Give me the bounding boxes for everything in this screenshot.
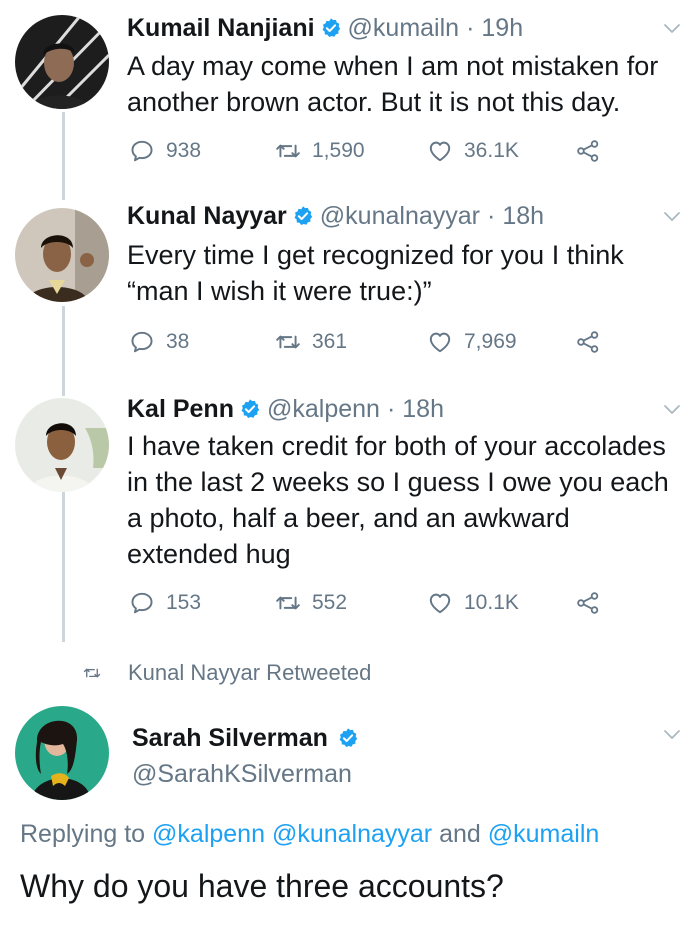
like-count: 36.1K <box>464 139 519 162</box>
verified-badge-icon <box>239 398 261 420</box>
reply-count: 38 <box>166 330 190 353</box>
retweet-count: 552 <box>312 591 348 614</box>
tweet-actions: 153 552 10.1K <box>127 588 627 618</box>
like-icon <box>427 329 453 355</box>
tweet-text-line: “man I wish it were true:)” <box>127 276 432 306</box>
retweet-count: 361 <box>312 330 348 353</box>
main-tweet-text: Why do you have three accounts? <box>20 868 504 904</box>
share-icon <box>575 329 601 355</box>
thread-line <box>62 306 65 396</box>
tweet-text: Every time I get recognized for you I th… <box>127 237 687 309</box>
reply-button[interactable]: 38 <box>129 327 189 357</box>
retweet-count: 1,590 <box>312 139 365 162</box>
avatar[interactable] <box>15 398 109 492</box>
timestamp[interactable]: 19h <box>481 14 523 43</box>
retweet-context[interactable]: Kunal Nayyar Retweeted <box>80 656 371 690</box>
tweet-actions: 938 1,590 36.1K <box>127 136 627 166</box>
separator-dot: · <box>386 394 396 423</box>
author-handle[interactable]: @SarahKSilverman <box>132 760 352 789</box>
tweet-text-line: A day may come when I am not mistaken fo… <box>127 51 659 81</box>
author-handle[interactable]: @kunalnayyar <box>320 202 480 231</box>
timestamp[interactable]: 18h <box>402 395 444 424</box>
like-icon <box>427 138 453 164</box>
like-button[interactable]: 10.1K <box>427 588 519 618</box>
separator-dot: · <box>486 201 496 230</box>
like-button[interactable]: 7,969 <box>427 327 517 357</box>
reply-icon <box>129 329 155 355</box>
tweet-text-line: Every time I get recognized for you I th… <box>127 240 624 270</box>
avatar[interactable] <box>15 208 109 302</box>
reply-icon <box>129 138 155 164</box>
mention-link[interactable]: @kunalnayyar <box>272 820 432 848</box>
author-name[interactable]: Kunal Nayyar <box>127 202 287 231</box>
author-handle[interactable]: @kumailn <box>348 14 460 43</box>
retweet-icon <box>275 329 301 355</box>
avatar[interactable] <box>15 15 109 109</box>
share-button[interactable] <box>575 588 601 618</box>
share-icon <box>575 590 601 616</box>
author-handle[interactable]: @kalpenn <box>267 395 380 424</box>
mention-link[interactable]: @kumailn <box>488 820 600 848</box>
verified-badge-icon <box>292 205 314 227</box>
author-name[interactable]: Kal Penn <box>127 395 234 424</box>
share-button[interactable] <box>575 327 601 357</box>
reply-count: 153 <box>166 591 202 614</box>
retweet-icon <box>275 590 301 616</box>
thread-line <box>62 112 65 200</box>
tweet-text-line: I have taken credit for both of your acc… <box>127 431 666 461</box>
separator-dot: · <box>466 13 475 42</box>
like-count: 7,969 <box>464 330 517 353</box>
retweet-button[interactable]: 361 <box>275 327 347 357</box>
tweet-text-line: a photo, half a beer, and an awkward <box>127 503 570 533</box>
mention-link[interactable]: @kalpenn <box>152 820 265 848</box>
chevron-down-icon[interactable] <box>662 210 682 224</box>
like-button[interactable]: 36.1K <box>427 136 519 166</box>
timestamp[interactable]: 18h <box>502 202 544 231</box>
retweet-button[interactable]: 1,590 <box>275 136 365 166</box>
like-icon <box>427 590 453 616</box>
tweet-text: I have taken credit for both of your acc… <box>127 428 687 572</box>
verified-badge-icon <box>320 17 342 39</box>
chevron-down-icon[interactable] <box>662 728 682 742</box>
tweet-actions: 38 361 7,969 <box>127 327 627 357</box>
tweet-text-line: extended hug <box>127 539 291 569</box>
chevron-down-icon[interactable] <box>662 403 682 417</box>
reply-icon <box>129 590 155 616</box>
retweet-context-label: Kunal Nayyar Retweeted <box>128 660 372 685</box>
tweet-text-line: in the last 2 weeks so I guess I owe you… <box>127 467 669 497</box>
replying-to-joiner: and <box>439 820 481 848</box>
chevron-down-icon[interactable] <box>662 22 682 36</box>
author-name[interactable]: Sarah Silverman <box>132 724 328 753</box>
share-icon <box>575 138 601 164</box>
reply-count: 938 <box>166 139 202 162</box>
thread-line <box>62 492 65 642</box>
like-count: 10.1K <box>464 591 519 614</box>
retweet-icon <box>275 138 301 164</box>
verified-badge-icon <box>337 727 359 749</box>
tweet-text-line: another brown actor. But it is not this … <box>127 87 621 117</box>
replying-to-label: Replying to <box>20 820 146 848</box>
tweet-header: Kumail Nanjiani @kumailn · 19h <box>127 8 523 48</box>
share-button[interactable] <box>575 136 601 166</box>
tweet-header: Kal Penn @kalpenn · 18h <box>127 389 444 429</box>
tweet-header: Kunal Nayyar @kunalnayyar · 18h <box>127 196 544 236</box>
retweet-icon <box>80 664 104 682</box>
tweet-header: Sarah Silverman <box>132 718 365 758</box>
avatar[interactable] <box>15 706 109 800</box>
retweet-button[interactable]: 552 <box>275 588 347 618</box>
reply-button[interactable]: 153 <box>129 588 201 618</box>
reply-button[interactable]: 938 <box>129 136 201 166</box>
author-name[interactable]: Kumail Nanjiani <box>127 14 315 43</box>
author-handle-row: @SarahKSilverman <box>132 754 352 794</box>
tweet-text: A day may come when I am not mistaken fo… <box>127 48 687 120</box>
replying-to: Replying to @kalpenn @kunalnayyar and @k… <box>20 820 599 849</box>
